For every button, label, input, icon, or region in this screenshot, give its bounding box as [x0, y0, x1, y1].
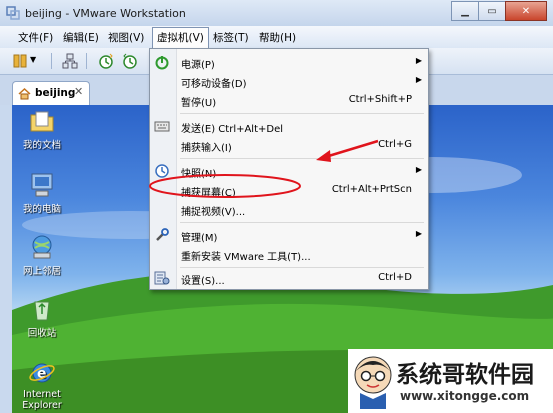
- menu-item-capture-screen[interactable]: 捕获屏幕(C) Ctrl+Alt+PrtScn: [150, 181, 428, 200]
- desktop-icon-label: 回收站: [27, 328, 57, 339]
- menu-separator: [180, 158, 424, 159]
- menu-item-grab-input[interactable]: 捕获输入(I) Ctrl+G: [150, 136, 428, 155]
- vmware-app-icon: [6, 6, 20, 20]
- desktop-icon-network[interactable]: 网上邻居: [12, 233, 72, 277]
- desktop-icon-my-documents[interactable]: 我的文档: [12, 107, 72, 151]
- menu-item-label: 暂停(U): [181, 98, 217, 109]
- menu-separator: [180, 113, 424, 114]
- network-places-icon: [32, 235, 52, 259]
- menu-item-reinstall-tools[interactable]: 重新安装 VMware 工具(T)...: [150, 245, 428, 264]
- settings-icon: [154, 271, 170, 285]
- pause-icon[interactable]: [12, 53, 28, 69]
- home-icon: [18, 87, 31, 100]
- submenu-arrow-icon: ▶: [415, 229, 422, 238]
- computer-icon: [31, 173, 53, 197]
- menu-item-label: 可移动设备(D): [181, 79, 247, 90]
- menu-help[interactable]: 帮助(H): [259, 30, 296, 45]
- menu-item-label: 发送(E) Ctrl+Alt+Del: [181, 124, 284, 135]
- desktop-icon-my-computer[interactable]: 我的电脑: [12, 171, 72, 215]
- menu-item-label: 电源(P): [181, 60, 215, 71]
- submenu-arrow-icon: ▶: [415, 56, 422, 65]
- menu-item-shortcut: Ctrl+D: [378, 272, 412, 283]
- menu-item-label: 设置(S)...: [181, 276, 225, 287]
- desktop-icon-label: 我的文档: [22, 140, 61, 151]
- network-icon[interactable]: [62, 53, 78, 69]
- menu-item-label: 快照(N): [181, 169, 217, 180]
- power-icon: [155, 56, 169, 70]
- internet-explorer-icon: e: [29, 363, 55, 383]
- menu-item-label: 重新安装 VMware 工具(T)...: [181, 252, 311, 263]
- menu-file[interactable]: 文件(F): [18, 30, 53, 45]
- menu-item-shortcut: Ctrl+G: [378, 139, 412, 150]
- menu-tabs[interactable]: 标签(T): [213, 30, 249, 45]
- minimize-icon: ▁: [461, 5, 469, 17]
- menu-separator: [180, 267, 424, 268]
- menu-item-label: 捕获屏幕(C): [181, 188, 236, 199]
- menu-item-label: 捕捉视频(V)...: [181, 207, 246, 218]
- menu-item-snapshot[interactable]: 快照(N) ▶: [150, 162, 428, 181]
- window-title: beijing - VMware Workstation: [25, 7, 186, 20]
- desktop-icon-label: 网上邻居: [22, 266, 61, 277]
- menu-item-label: 捕获输入(I): [181, 143, 232, 154]
- menu-item-send-ctrl-alt-del[interactable]: 发送(E) Ctrl+Alt+Del: [150, 117, 428, 136]
- vm-dropdown-menu: 电源(P) ▶ 可移动设备(D) ▶ 暂停(U) Ctrl+Shift+P 发送…: [149, 48, 429, 290]
- close-icon: ✕: [521, 5, 531, 17]
- revert-snapshot-icon[interactable]: [122, 53, 138, 69]
- menu-item-settings[interactable]: 设置(S)... Ctrl+D: [150, 269, 428, 288]
- menu-bar: 文件(F) 编辑(E) 视图(V) 虚拟机(V) 标签(T) 帮助(H): [0, 26, 553, 50]
- maximize-icon: ▭: [487, 5, 497, 17]
- desktop-icon-label: Internet Explorer: [22, 389, 62, 411]
- menu-item-removable-devices[interactable]: 可移动设备(D) ▶: [150, 72, 428, 91]
- close-button[interactable]: ✕: [505, 1, 547, 21]
- watermark: 系统哥软件园 www.xitongge.com: [348, 349, 553, 413]
- tab-beijing[interactable]: beijing ✕: [12, 81, 90, 106]
- menu-item-label: 管理(M): [181, 233, 218, 244]
- desktop-icon-internet-explorer[interactable]: e Internet Explorer: [12, 359, 72, 411]
- maximize-button[interactable]: ▭: [478, 1, 506, 21]
- menu-item-shortcut: Ctrl+Alt+PrtScn: [331, 184, 412, 195]
- wrench-icon: [156, 228, 169, 241]
- menu-vm[interactable]: 虚拟机(V): [152, 27, 209, 50]
- tab-close-icon[interactable]: ✕: [74, 85, 83, 98]
- menu-edit[interactable]: 编辑(E): [63, 30, 99, 45]
- minimize-button[interactable]: ▁: [451, 1, 479, 21]
- dropdown-arrow-icon[interactable]: ▼: [30, 55, 46, 71]
- menu-item-shortcut: Ctrl+Shift+P: [348, 94, 412, 105]
- desktop-icon-label: 我的电脑: [22, 204, 61, 215]
- watermark-name: 系统哥软件园: [396, 362, 534, 388]
- tab-label: beijing: [35, 87, 76, 99]
- keyboard-icon: [154, 121, 170, 132]
- submenu-arrow-icon: ▶: [415, 165, 422, 174]
- menu-view[interactable]: 视图(V): [108, 30, 144, 45]
- menu-separator: [180, 222, 424, 223]
- take-snapshot-icon[interactable]: [98, 53, 114, 69]
- watermark-logo: [354, 356, 392, 409]
- menu-item-manage[interactable]: 管理(M) ▶: [150, 226, 428, 245]
- desktop-icon-recycle-bin[interactable]: 回收站: [12, 295, 72, 339]
- submenu-arrow-icon: ▶: [415, 75, 422, 84]
- menu-item-pause[interactable]: 暂停(U) Ctrl+Shift+P: [150, 91, 428, 110]
- snapshot-icon: [155, 164, 169, 178]
- watermark-url: www.xitongge.com: [400, 389, 530, 403]
- title-bar: beijing - VMware Workstation ▁ ▭ ✕: [0, 0, 553, 27]
- menu-item-power[interactable]: 电源(P) ▶: [150, 53, 428, 72]
- menu-item-capture-video[interactable]: 捕捉视频(V)...: [150, 200, 428, 219]
- folder-icon: [30, 111, 54, 132]
- recycle-bin-icon: [34, 301, 50, 321]
